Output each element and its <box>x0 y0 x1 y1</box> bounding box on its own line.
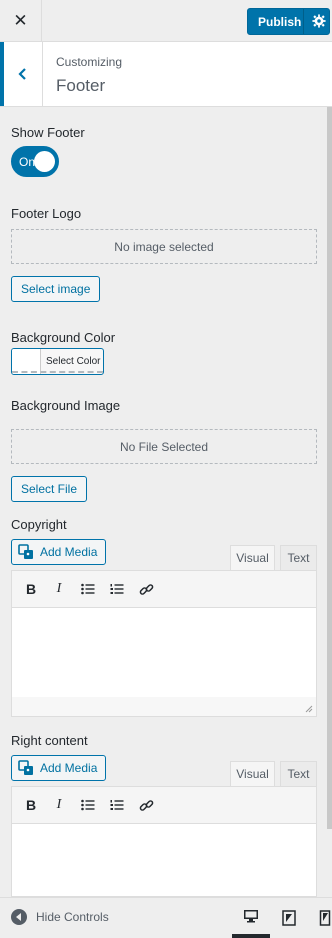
copyright-editor[interactable] <box>11 608 317 698</box>
italic-icon[interactable]: I <box>50 796 68 814</box>
back-button[interactable] <box>0 42 43 106</box>
editor-toolbar: B I <box>11 570 317 608</box>
bullet-list-icon[interactable] <box>79 796 97 814</box>
breadcrumb: Customizing <box>56 55 123 69</box>
bold-icon[interactable]: B <box>22 796 40 814</box>
bold-icon[interactable]: B <box>22 580 40 598</box>
resize-handle-icon[interactable] <box>305 705 313 713</box>
italic-icon[interactable]: I <box>50 580 68 598</box>
link-icon[interactable] <box>137 580 155 598</box>
scrollbar[interactable] <box>327 107 332 829</box>
add-media-label: Add Media <box>40 545 98 559</box>
tab-visual[interactable]: Visual <box>230 545 275 570</box>
right-content-label: Right content <box>11 733 88 748</box>
editor-status-bar <box>11 697 317 717</box>
add-media-button-2[interactable]: Add Media <box>11 755 107 781</box>
tablet-icon[interactable] <box>270 898 308 938</box>
numbered-list-icon[interactable] <box>108 796 126 814</box>
link-icon[interactable] <box>137 796 155 814</box>
select-image-button[interactable]: Select image <box>11 276 101 302</box>
close-icon[interactable]: ✕ <box>0 0 42 42</box>
page-title: Footer <box>56 76 106 95</box>
publish-button[interactable]: Publish <box>247 8 330 35</box>
hide-controls-button[interactable]: Hide Controls <box>11 909 109 925</box>
customizer-header: ✕ Publish <box>0 0 332 42</box>
footer-logo-label: Footer Logo <box>11 206 82 221</box>
background-image-label: Background Image <box>11 398 121 413</box>
select-color-label: Select Color <box>46 356 101 367</box>
tab-text[interactable]: Text <box>280 545 317 570</box>
add-media-label: Add Media <box>40 761 98 775</box>
select-file-button[interactable]: Select File <box>11 476 88 502</box>
editor-toolbar-2: B I <box>11 786 317 824</box>
publish-divider <box>303 9 304 34</box>
numbered-list-icon[interactable] <box>108 580 126 598</box>
copyright-label: Copyright <box>11 517 67 532</box>
select-color-button[interactable]: Select Color <box>11 348 104 375</box>
media-icon <box>18 760 33 775</box>
show-footer-label: Show Footer <box>11 125 85 140</box>
desktop-icon[interactable] <box>232 898 270 938</box>
hide-controls-label: Hide Controls <box>36 910 109 924</box>
right-content-editor[interactable] <box>11 824 317 897</box>
bullet-list-icon[interactable] <box>79 580 97 598</box>
background-image-placeholder: No File Selected <box>11 429 317 464</box>
customizer-footer: Hide Controls <box>0 897 332 938</box>
chevron-left-icon <box>18 68 26 80</box>
show-footer-toggle[interactable]: On <box>11 146 59 177</box>
tab-visual-2[interactable]: Visual <box>230 761 275 786</box>
add-media-button[interactable]: Add Media <box>11 539 107 565</box>
media-icon <box>18 544 33 559</box>
mobile-icon[interactable] <box>306 898 332 938</box>
toggle-state-text: On <box>19 155 36 169</box>
footer-logo-placeholder: No image selected <box>11 229 317 264</box>
collapse-icon <box>11 909 27 925</box>
tab-text-2[interactable]: Text <box>280 761 317 786</box>
gear-icon[interactable] <box>312 14 326 28</box>
background-color-label: Background Color <box>11 330 116 345</box>
color-dash <box>12 371 103 373</box>
section-title: Customizing Footer <box>0 42 332 107</box>
toggle-knob <box>34 151 55 172</box>
publish-label: Publish <box>258 14 302 29</box>
